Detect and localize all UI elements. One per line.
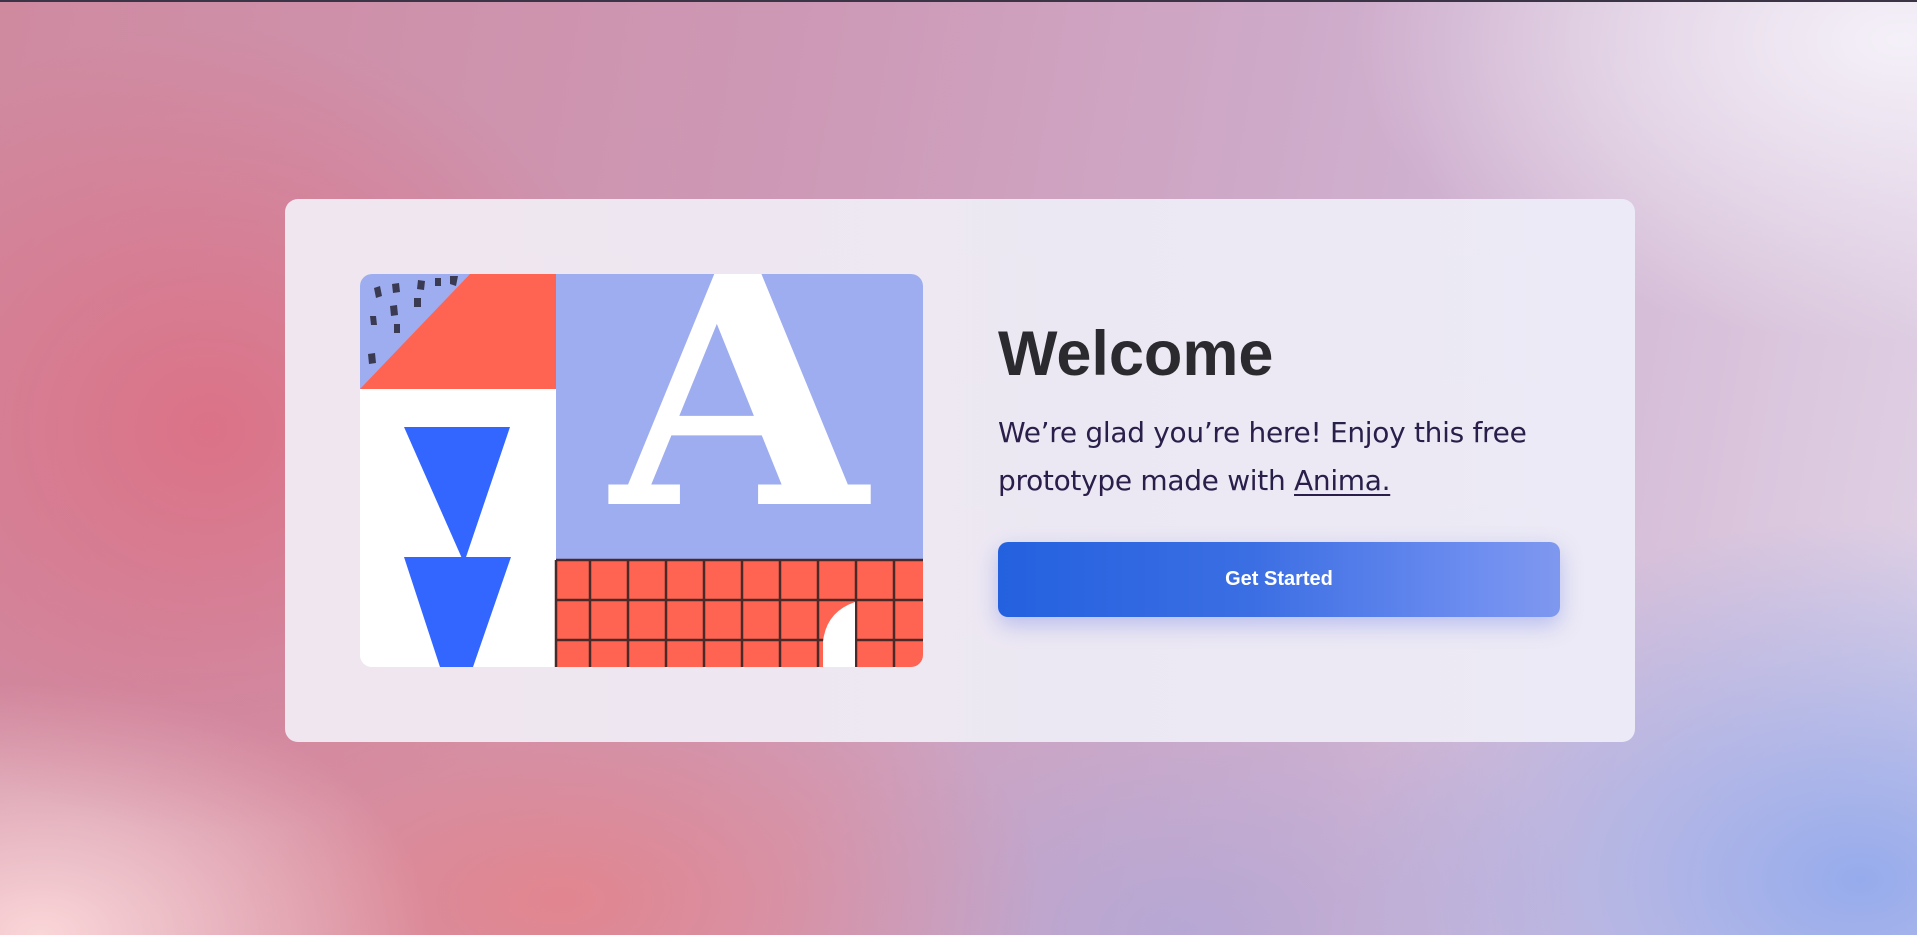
anima-illustration: A: [360, 274, 923, 667]
anima-link[interactable]: Anima.: [1294, 464, 1391, 497]
welcome-card: A Welcome We’re glad you’re here! Enjoy …: [285, 199, 1635, 742]
window-top-border: [0, 0, 1917, 2]
get-started-button[interactable]: Get Started: [998, 542, 1560, 617]
welcome-subtitle: We’re glad you’re here! Enjoy this free …: [998, 409, 1563, 505]
illustration-svg: A: [360, 274, 923, 667]
welcome-subtitle-text: We’re glad you’re here! Enjoy this free …: [998, 416, 1527, 497]
welcome-title: Welcome: [998, 319, 1274, 389]
big-letter-a: A: [606, 274, 874, 582]
coral-grid-tile: [556, 560, 923, 667]
welcome-content: Welcome We’re glad you’re here! Enjoy th…: [998, 321, 1563, 505]
